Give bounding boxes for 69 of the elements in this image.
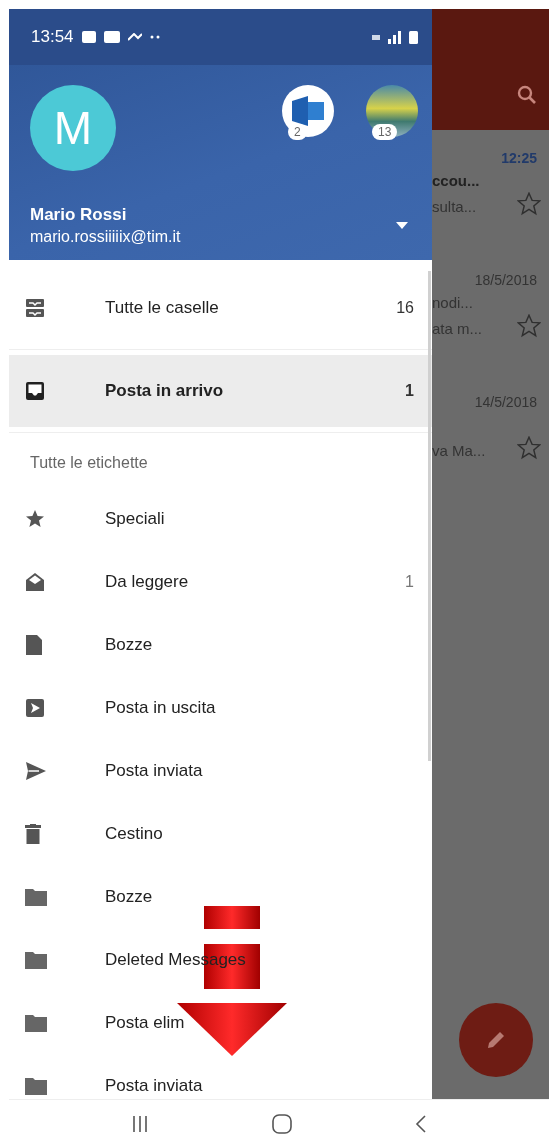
exchange-logo-icon	[290, 96, 326, 126]
label-item[interactable]: Bozze	[9, 613, 432, 676]
mailbox-label: Tutte le caselle	[105, 298, 220, 318]
message-date: 14/5/2018	[474, 394, 537, 410]
star-outline-icon[interactable]	[517, 192, 541, 216]
dropdown-caret-icon[interactable]	[396, 221, 408, 230]
other-account-avatar[interactable]: 2	[282, 85, 334, 137]
search-icon[interactable]	[517, 84, 537, 105]
message-snippet: va Ma...	[432, 442, 487, 460]
folder-icon	[25, 950, 47, 969]
battery-icon	[409, 30, 418, 44]
other-account-avatar[interactable]: 13	[366, 85, 418, 137]
label-item[interactable]: Cestino	[9, 802, 432, 865]
trash-icon	[25, 823, 41, 844]
message-snippet: sulta...	[432, 198, 478, 216]
unread-badge: 13	[372, 124, 398, 140]
network-type-icon	[372, 34, 380, 40]
unread-badge: 2	[288, 124, 307, 140]
mailbox-item[interactable]: Tutte le caselle 16	[9, 272, 432, 344]
label-item[interactable]: Da leggere 1	[9, 550, 432, 613]
folder-icon	[25, 887, 47, 906]
folder-icon	[25, 1076, 47, 1095]
label-item[interactable]: Posta inviata	[9, 739, 432, 802]
unread-count: 1	[405, 382, 414, 400]
label-name: Posta inviata	[105, 760, 204, 781]
label-item[interactable]: Posta inviata	[9, 1054, 432, 1099]
message-subject: nodi...	[432, 294, 474, 312]
unread-count: 1	[405, 572, 414, 591]
sync-icon	[127, 33, 142, 41]
account-name: Mario Rossi	[30, 205, 128, 225]
mailbox-item[interactable]: Posta in arrivo 1	[9, 355, 432, 427]
label-name: Posta inviata	[105, 1075, 204, 1096]
unread-count: 16	[396, 299, 414, 317]
label-item[interactable]: Bozze	[9, 865, 432, 928]
label-name: Bozze	[105, 634, 154, 655]
star-outline-icon[interactable]	[517, 314, 541, 338]
signal-icon	[388, 30, 401, 44]
message-snippet: ata m...	[432, 320, 484, 338]
label-name: Speciali	[105, 508, 166, 529]
label-name: Posta in uscita	[105, 697, 217, 718]
label-name: Da leggere	[105, 571, 190, 592]
mailbox-label: Posta in arrivo	[105, 381, 225, 401]
label-name: Posta elim	[105, 1012, 186, 1033]
image-icon	[81, 31, 96, 43]
star-outline-icon[interactable]	[517, 436, 541, 460]
document-icon	[25, 634, 43, 655]
home-icon[interactable]	[271, 1112, 293, 1135]
folder-icon	[25, 1013, 47, 1032]
label-name: Cestino	[105, 823, 164, 844]
message-date: 12:25	[501, 150, 537, 166]
section-title: Tutte le etichette	[29, 453, 149, 473]
stacked-trays-icon	[25, 298, 45, 318]
star-icon	[25, 508, 45, 529]
message-date: 18/5/2018	[474, 272, 537, 288]
send-icon	[25, 760, 47, 781]
message-subject: ccou...	[432, 172, 481, 190]
back-icon[interactable]	[414, 1113, 429, 1134]
gallery-icon	[103, 31, 120, 43]
label-item[interactable]: Speciali	[9, 487, 432, 550]
inbox-tray-icon	[25, 381, 45, 401]
label-item[interactable]: Posta in uscita	[9, 676, 432, 739]
pencil-icon	[485, 1029, 507, 1051]
outbox-icon	[25, 697, 45, 718]
open-envelope-icon	[25, 571, 45, 592]
label-name: Bozze	[105, 886, 154, 907]
status-time: 13:54	[31, 27, 74, 47]
more-notifications-icon	[149, 35, 160, 39]
account-email: mario.rossiiiiix@tim.it	[30, 228, 182, 246]
label-item[interactable]: Posta elim	[9, 991, 432, 1054]
